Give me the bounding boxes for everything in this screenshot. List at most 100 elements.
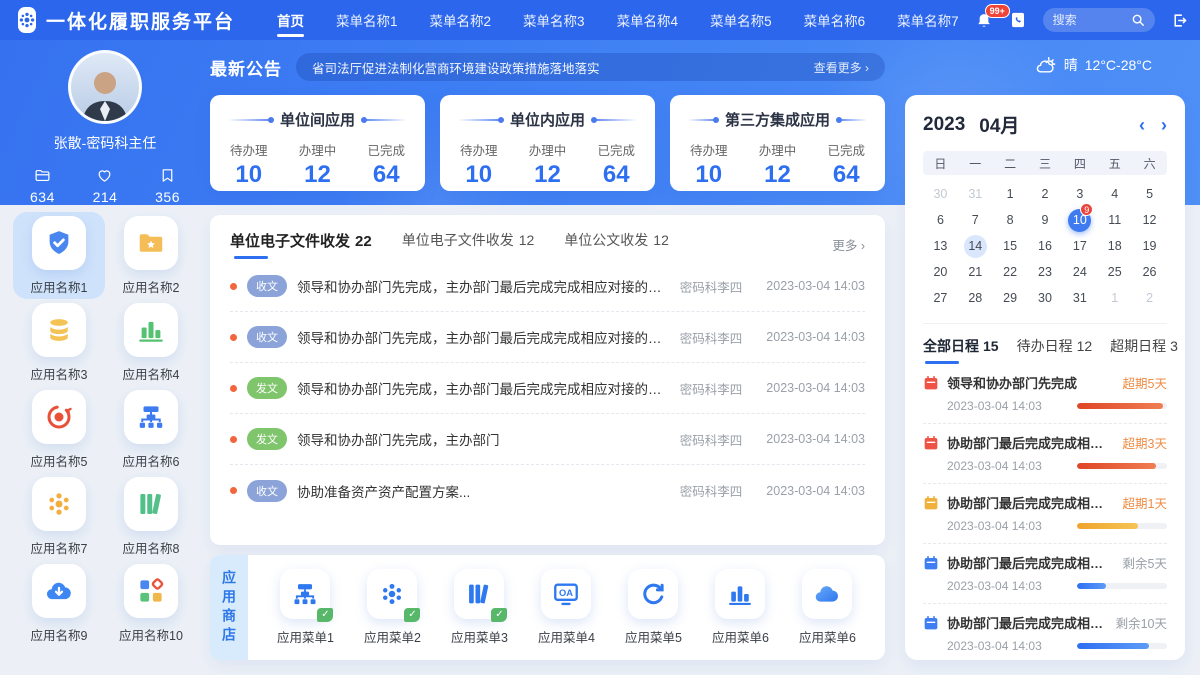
store-app-1[interactable]: ✓ 应用菜单1 — [277, 569, 334, 646]
doc-more-link[interactable]: 更多 › — [832, 235, 865, 254]
doc-tab-efile-2[interactable]: 单位电子文件收发12 — [402, 230, 535, 258]
sched-tab-overdue[interactable]: 超期日程3 — [1110, 336, 1178, 364]
profile-stat-favorites[interactable]: 214 — [93, 167, 118, 205]
doc-row[interactable]: 收文 领导和协办部门先完成，主办部门最后完成完成相应对接的指示任务办件，请示文 … — [230, 312, 865, 363]
sidebar-app-9[interactable]: 应用名称9 — [13, 560, 105, 647]
stat-pending[interactable]: 待办理10 — [460, 140, 498, 189]
nav-item-home[interactable]: 首页 — [261, 0, 320, 40]
calendar-day[interactable]: 21 — [958, 259, 993, 285]
profile-stat-files[interactable]: 634 — [30, 167, 55, 205]
calendar-day[interactable]: 4 — [1097, 181, 1132, 207]
calendar-day[interactable]: 29 — [993, 285, 1028, 311]
stat-processing[interactable]: 办理中12 — [529, 140, 567, 189]
calendar-day[interactable]: 13 — [923, 233, 958, 259]
stat-done[interactable]: 已完成64 — [827, 140, 865, 189]
calendar-day[interactable]: 15 — [993, 233, 1028, 259]
calendar-day[interactable]: 17 — [1062, 233, 1097, 259]
calendar-day-selected[interactable]: 109 — [1062, 207, 1097, 233]
schedule-item[interactable]: 协助部门最后完成完成相应对接... 超期3天 2023-03-04 14:03 — [923, 424, 1167, 484]
calendar-day[interactable]: 28 — [958, 285, 993, 311]
sidebar-app-1[interactable]: 应用名称1 — [13, 212, 105, 299]
avatar[interactable] — [68, 50, 142, 124]
schedule-item[interactable]: 协助部门最后完成完成相应对接... 剩余5天 2023-03-04 14:03 — [923, 544, 1167, 604]
store-app-2[interactable]: ✓ 应用菜单2 — [364, 569, 421, 646]
calendar-prev-icon[interactable]: ‹ — [1139, 116, 1145, 134]
logout-button[interactable] — [1171, 12, 1188, 29]
nav-item-6[interactable]: 菜单名称6 — [788, 0, 882, 40]
calendar-day[interactable]: 18 — [1097, 233, 1132, 259]
sidebar-app-4[interactable]: 应用名称4 — [105, 299, 197, 386]
doc-row[interactable]: 收文 协助准备资产资产配置方案... 密码科李四 2023-03-04 14:0… — [230, 465, 865, 516]
calendar-day[interactable]: 2 — [1132, 285, 1167, 311]
calendar-day[interactable]: 30 — [1028, 285, 1063, 311]
calendar-day[interactable]: 22 — [993, 259, 1028, 285]
calendar-day[interactable]: 8 — [993, 207, 1028, 233]
doc-row[interactable]: 发文 领导和协办部门先完成，主办部门最后完成完成相应对接的指示任务办件，请示文 … — [230, 363, 865, 414]
sidebar-app-7[interactable]: 应用名称7 — [13, 473, 105, 560]
stat-pending[interactable]: 待办理10 — [690, 140, 728, 189]
doc-row[interactable]: 发文 领导和协办部门先完成，主办部门 密码科李四 2023-03-04 14:0… — [230, 414, 865, 465]
stat-pending[interactable]: 待办理10 — [230, 140, 268, 189]
calendar-day[interactable]: 26 — [1132, 259, 1167, 285]
calendar-day[interactable]: 12 — [1132, 207, 1167, 233]
calendar-day[interactable]: 23 — [1028, 259, 1063, 285]
calendar-day[interactable]: 1 — [993, 181, 1028, 207]
calendar-day[interactable]: 20 — [923, 259, 958, 285]
calendar-day[interactable]: 30 — [923, 181, 958, 207]
calendar-day[interactable]: 2 — [1028, 181, 1063, 207]
store-app-5[interactable]: 应用菜单5 — [625, 569, 682, 646]
sidebar-app-5[interactable]: 应用名称5 — [13, 386, 105, 473]
store-app-7[interactable]: 应用菜单6 — [799, 569, 856, 646]
calendar-day[interactable]: 31 — [958, 181, 993, 207]
stat-done[interactable]: 已完成64 — [367, 140, 405, 189]
nav-item-5[interactable]: 菜单名称5 — [694, 0, 788, 40]
store-app-6[interactable]: 应用菜单6 — [712, 569, 769, 646]
calendar-day[interactable]: 9 — [1028, 207, 1063, 233]
nav-item-1[interactable]: 菜单名称1 — [320, 0, 414, 40]
calendar-day[interactable]: 31 — [1062, 285, 1097, 311]
search-input[interactable] — [1053, 13, 1131, 27]
stat-processing[interactable]: 办理中12 — [299, 140, 337, 189]
calendar-day[interactable]: 1 — [1097, 285, 1132, 311]
calendar-day[interactable]: 27 — [923, 285, 958, 311]
calendar-day[interactable]: 6 — [923, 207, 958, 233]
calendar-day[interactable]: 19 — [1132, 233, 1167, 259]
sidebar-app-6[interactable]: 应用名称6 — [105, 386, 197, 473]
stat-processing[interactable]: 办理中12 — [759, 140, 797, 189]
calendar-day-today[interactable]: 14 — [958, 233, 993, 259]
sidebar-app-10[interactable]: 应用名称10 — [105, 560, 197, 647]
store-app-3[interactable]: ✓ 应用菜单3 — [451, 569, 508, 646]
nav-item-4[interactable]: 菜单名称4 — [601, 0, 695, 40]
sched-tab-todo[interactable]: 待办日程12 — [1017, 336, 1093, 364]
search-icon[interactable] — [1131, 13, 1145, 27]
app-store-tab[interactable]: 应用商店 — [210, 555, 248, 660]
nav-item-7[interactable]: 菜单名称7 — [881, 0, 975, 40]
nav-item-2[interactable]: 菜单名称2 — [414, 0, 508, 40]
calendar-day[interactable]: 7 — [958, 207, 993, 233]
schedule-item[interactable]: 协助部门最后完成完成相应对接... 超期1天 2023-03-04 14:03 — [923, 484, 1167, 544]
store-app-4[interactable]: OA 应用菜单4 — [538, 569, 595, 646]
profile-stat-bookmarks[interactable]: 356 — [155, 167, 180, 205]
calendar-day[interactable]: 11 — [1097, 207, 1132, 233]
doc-tab-official[interactable]: 单位公文收发12 — [564, 230, 669, 258]
doc-row[interactable]: 收文 领导和协办部门先完成，主办部门最后完成完成相应对接的指示任务办件... 密… — [230, 261, 865, 312]
sched-tab-all[interactable]: 全部日程15 — [923, 336, 999, 364]
notifications-button[interactable]: 99+ — [975, 11, 993, 29]
doc-tab-efile-1[interactable]: 单位电子文件收发22 — [230, 230, 372, 259]
calendar-day[interactable]: 24 — [1062, 259, 1097, 285]
contact-book-button[interactable] — [1009, 11, 1027, 29]
calendar-day[interactable]: 3 — [1062, 181, 1097, 207]
calendar-next-icon[interactable]: › — [1161, 116, 1167, 134]
nav-item-3[interactable]: 菜单名称3 — [507, 0, 601, 40]
sidebar-app-3[interactable]: 应用名称3 — [13, 299, 105, 386]
calendar-day[interactable]: 25 — [1097, 259, 1132, 285]
announcement-more-link[interactable]: 查看更多 › — [814, 59, 869, 76]
schedule-item[interactable]: 协助部门最后完成完成相应对接... 剩余10天 2023-03-04 14:03 — [923, 604, 1167, 663]
announcement-item[interactable]: 省司法厅促进法制化营商环境建设政策措施落地落实 查看更多 › — [296, 53, 885, 81]
stat-done[interactable]: 已完成64 — [597, 140, 635, 189]
sidebar-app-2[interactable]: 应用名称2 — [105, 212, 197, 299]
schedule-item[interactable]: 领导和协办部门先完成 超期5天 2023-03-04 14:03 — [923, 364, 1167, 424]
sidebar-app-8[interactable]: 应用名称8 — [105, 473, 197, 560]
calendar-day[interactable]: 16 — [1028, 233, 1063, 259]
calendar-day[interactable]: 5 — [1132, 181, 1167, 207]
